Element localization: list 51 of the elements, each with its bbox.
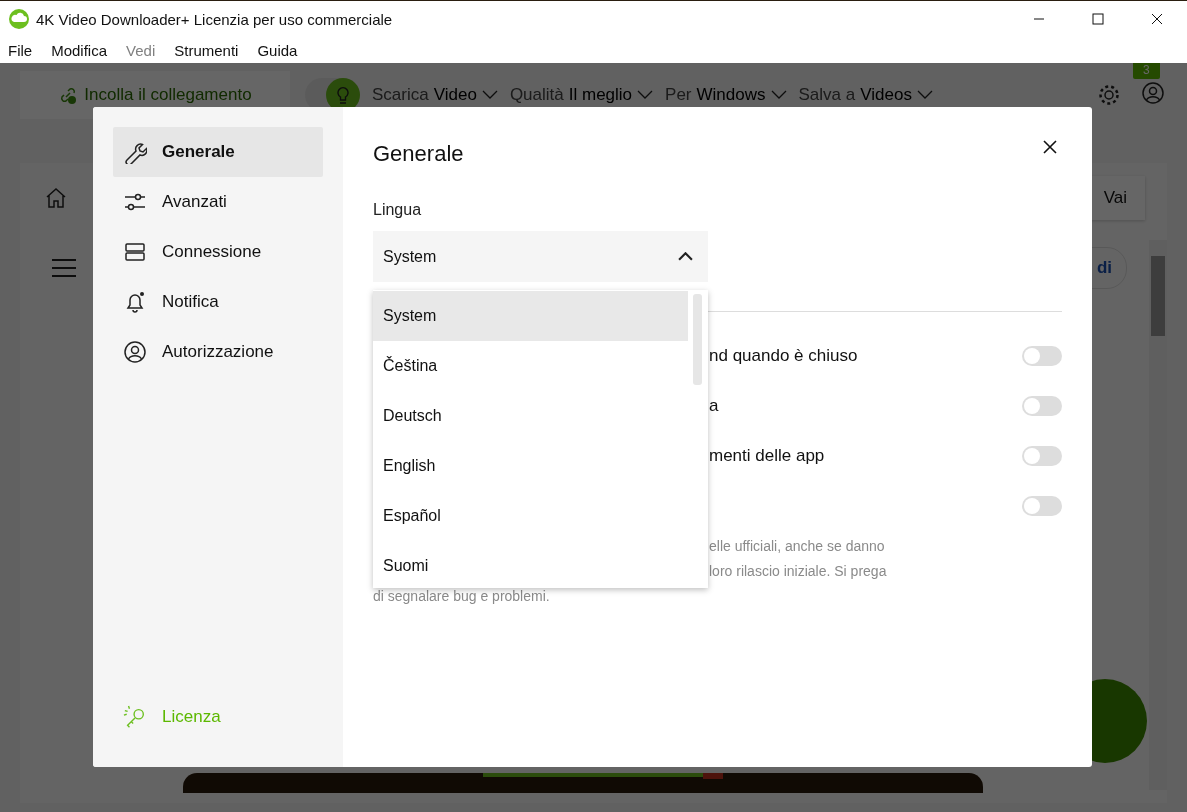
user-icon [123,340,147,364]
maximize-icon[interactable] [1092,13,1104,25]
toggle-switch[interactable] [1022,346,1062,366]
toggle-switch[interactable] [1022,396,1062,416]
scrollbar-thumb[interactable] [693,294,702,385]
toggle-switch[interactable] [1022,496,1062,516]
close-icon[interactable] [1043,140,1057,154]
close-icon[interactable] [1151,13,1163,25]
dropdown-option[interactable]: Deutsch [373,391,688,441]
dropdown-option[interactable]: Suomi [373,541,688,588]
language-dropdown[interactable]: System [373,231,708,282]
dialog-title: Generale [373,141,464,167]
settings-icon[interactable] [1097,83,1121,107]
lightbulb-icon [337,86,349,104]
server-icon [123,240,147,264]
note-text: elle ufficiali, anche se danno [709,537,885,554]
sidebar-item[interactable]: Autorizzazione [113,327,323,377]
menu-item[interactable]: Guida [257,41,298,59]
chevron-icon [770,90,787,100]
window-title: 4K Video Downloader+ Licenzia per uso commerciale [36,10,393,28]
home-icon[interactable] [44,186,68,210]
note-text: di segnalare bug e problemi. [373,587,550,604]
menu-item[interactable]: Modifica [51,41,108,59]
link-plus-icon [58,85,79,105]
count-badge: 3 [1133,63,1160,79]
key-icon [123,705,147,729]
sidebar-item[interactable]: Generale [113,127,323,177]
chevron-icon [637,90,654,100]
toggle-switch[interactable] [1022,446,1062,466]
sidebar-item[interactable]: Connessione [113,227,323,277]
account-icon[interactable] [1141,81,1165,105]
sidebar-item[interactable]: Avanzati [113,177,323,227]
note-text: loro rilascio iniziale. Si prega [709,562,887,579]
setting-label: nd quando è chiuso [709,346,858,366]
menu-icon[interactable] [52,259,76,277]
dropdown-option[interactable]: System [373,291,688,341]
menu-item[interactable]: File [8,41,33,59]
app-logo-icon [9,9,29,29]
dropdown-option[interactable]: English [373,441,688,491]
sidebar-item[interactable]: Notifica [113,277,323,327]
setting-label: a [709,396,719,416]
chevron-icon [678,252,693,261]
menu-item[interactable]: Strumenti [174,41,239,59]
setting-label: menti delle app [709,446,825,466]
dropdown-option[interactable]: Español [373,491,688,541]
chevron-icon [916,90,933,100]
chevron-icon [481,90,498,100]
dropdown-option[interactable]: Čeština [373,341,688,391]
wrench-icon [123,140,147,164]
scrollbar[interactable] [1149,240,1167,790]
field-label: Lingua [373,201,423,219]
